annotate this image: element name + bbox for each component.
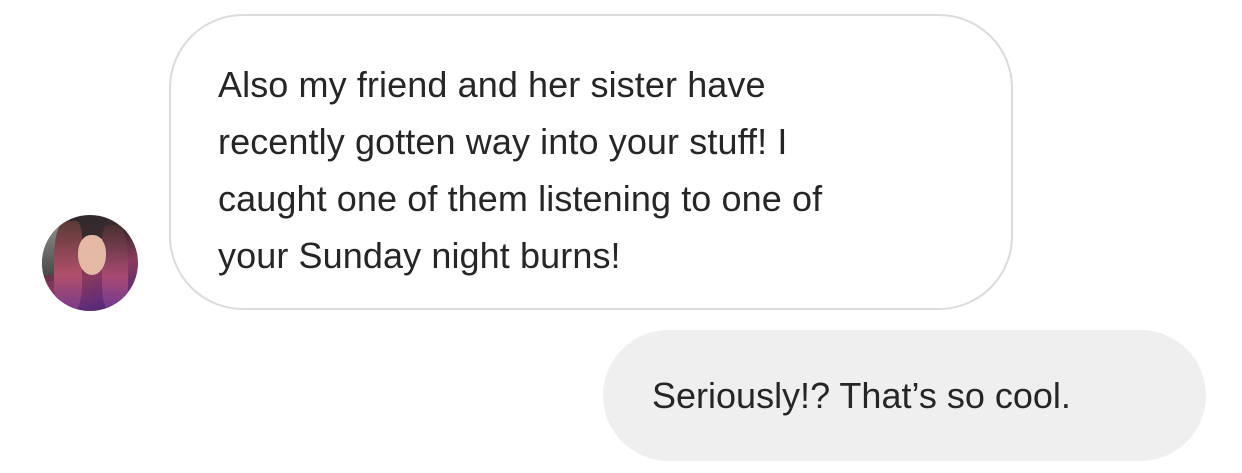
avatar-hair-right	[102, 225, 128, 311]
outgoing-message-bubble[interactable]: Seriously!? That’s so cool.	[603, 330, 1206, 461]
sender-avatar[interactable]	[42, 215, 138, 311]
incoming-message-bubble[interactable]: Also my friend and her sister have recen…	[169, 14, 1013, 310]
outgoing-message-text: Seriously!? That’s so cool.	[652, 374, 1071, 416]
avatar-face	[78, 235, 106, 275]
avatar-hair-left	[54, 221, 82, 311]
incoming-message-text: Also my friend and her sister have recen…	[218, 64, 823, 276]
